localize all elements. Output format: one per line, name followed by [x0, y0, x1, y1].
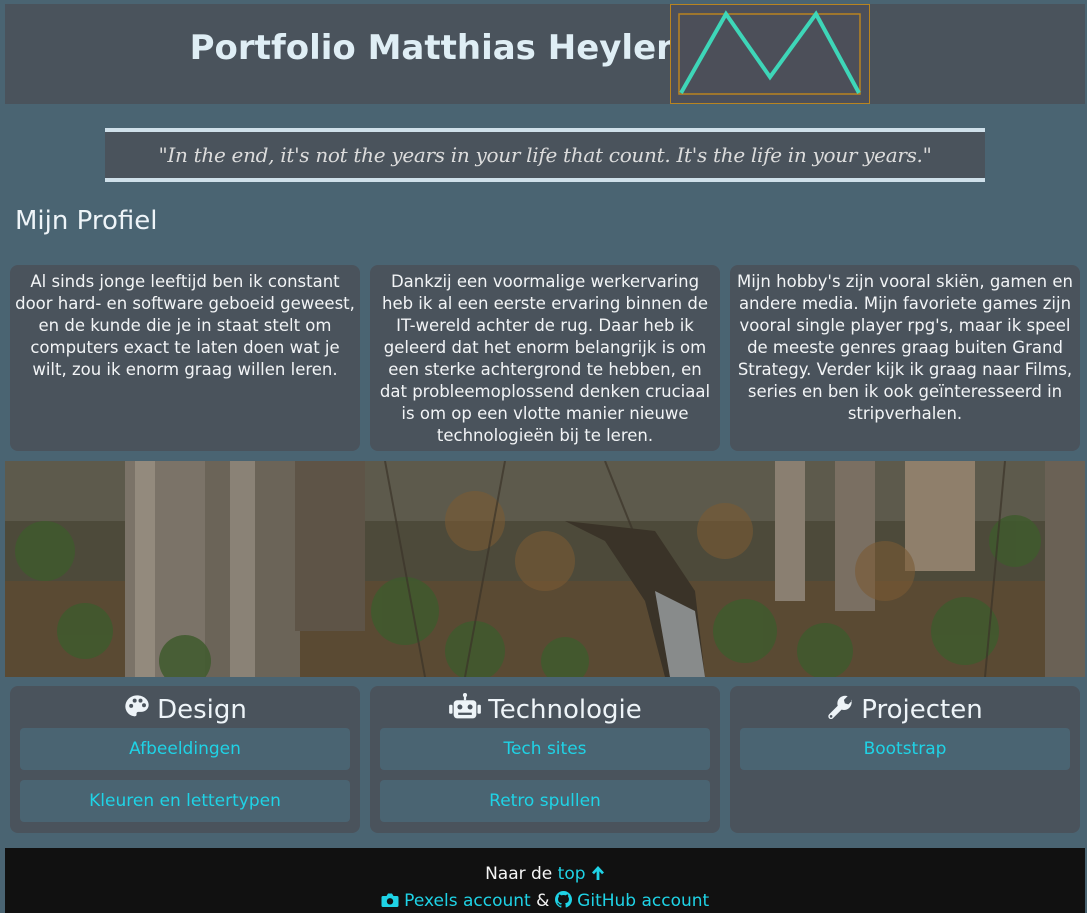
section-projecten: Projecten Bootstrap [730, 686, 1080, 833]
arrow-up-icon [591, 866, 604, 880]
section-projecten-heading: Projecten [730, 692, 1080, 728]
to-top-prefix: Naar de [485, 864, 553, 884]
section-design: Design Afbeeldingen Kleuren en lettertyp… [10, 686, 360, 833]
profile-card-experience: Dankzij een voormalige werkervaring heb … [370, 265, 720, 451]
afbeeldingen-button[interactable]: Afbeeldingen [20, 728, 350, 770]
forest-image [5, 461, 1085, 677]
logo [670, 4, 870, 104]
pexels-label: Pexels account [404, 891, 531, 911]
palette-icon [125, 695, 149, 717]
to-top-label: top [557, 864, 586, 884]
accounts-line: Pexels account & GitHub account [5, 891, 1085, 911]
github-link[interactable]: GitHub account [554, 891, 710, 911]
quote-text: "In the end, it's not the years in your … [158, 143, 932, 167]
footer: Naar de top Pexels account & GitHub acco… [5, 848, 1085, 913]
quote-banner: "In the end, it's not the years in your … [105, 128, 985, 182]
kleuren-lettertypen-button[interactable]: Kleuren en lettertypen [20, 780, 350, 822]
github-icon [554, 891, 572, 908]
back-to-top-line: Naar de top [5, 864, 1085, 886]
retro-spullen-button[interactable]: Retro spullen [380, 780, 710, 822]
tech-sites-button[interactable]: Tech sites [380, 728, 710, 770]
wrench-icon [828, 695, 853, 719]
mh-logo-icon [678, 10, 861, 95]
section-design-heading: Design [10, 692, 360, 728]
robot-icon [449, 693, 482, 719]
section-technologie-heading: Technologie [370, 692, 720, 728]
forest-photo [5, 461, 1085, 677]
bootstrap-button[interactable]: Bootstrap [740, 728, 1070, 770]
pexels-link[interactable]: Pexels account [381, 891, 536, 911]
section-projecten-title: Projecten [861, 695, 983, 725]
to-top-link[interactable]: top [558, 864, 605, 884]
github-label: GitHub account [577, 891, 710, 911]
profile-heading: Mijn Profiel [15, 206, 158, 236]
profile-card-interest: Al sinds jonge leeftijd ben ik constant … [10, 265, 360, 451]
section-design-title: Design [157, 695, 247, 725]
site-header: Portfolio Matthias Heylen [5, 4, 1085, 104]
camera-icon [381, 893, 399, 907]
profile-card-hobbies: Mijn hobby's zijn vooral skiën, gamen en… [730, 265, 1080, 451]
separator: & [536, 891, 550, 911]
section-technologie: Technologie Tech sites Retro spullen [370, 686, 720, 833]
section-technologie-title: Technologie [488, 695, 642, 725]
